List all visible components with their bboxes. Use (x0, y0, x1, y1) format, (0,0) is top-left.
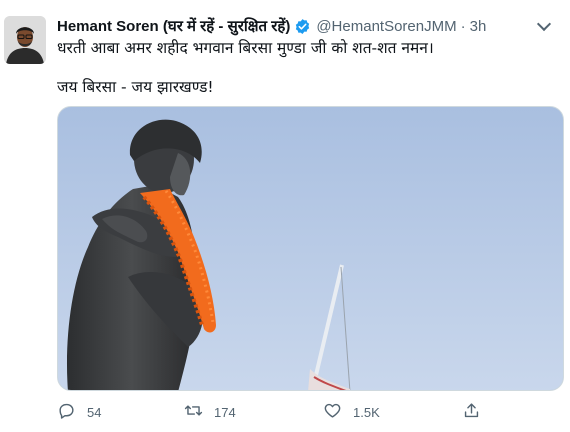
tweet-timestamp[interactable]: 3h (470, 18, 487, 35)
tweet-text-line-2: जय बिरसा - जय झारखण्ड! (57, 78, 214, 96)
avatar[interactable] (4, 16, 46, 64)
retweet-button[interactable]: 174 (184, 398, 236, 426)
retweet-count: 174 (214, 404, 236, 420)
reply-icon (57, 401, 76, 423)
like-count: 1.5K (353, 404, 380, 420)
share-icon (462, 401, 481, 423)
tweet-header: Hemant Soren (घर में रहें - सुरक्षित रहे… (57, 15, 562, 37)
reply-button[interactable]: 54 (57, 398, 101, 426)
reply-count: 54 (87, 404, 102, 420)
tweet-text-line-1: धरती आबा अमर शहीद भगवान बिरसा मुण्डा जी … (57, 39, 434, 57)
display-name[interactable]: Hemant Soren (घर में रहें - सुरक्षित रहे… (57, 16, 290, 36)
statue-photo (58, 107, 563, 390)
tweet-image[interactable] (57, 106, 564, 391)
separator-dot: · (460, 17, 466, 35)
share-button[interactable] (462, 398, 481, 426)
tweet-card[interactable]: Hemant Soren (घर में रहें - सुरक्षित रहे… (0, 0, 570, 432)
tweet-actions: 54 174 1.5K (57, 398, 527, 426)
heart-icon (323, 401, 342, 423)
user-handle[interactable]: @HemantSorenJMM (316, 18, 456, 35)
chevron-down-icon[interactable] (532, 15, 556, 37)
like-button[interactable]: 1.5K (323, 398, 380, 426)
avatar-photo (4, 16, 46, 64)
verified-badge-icon (294, 18, 311, 35)
retweet-icon (184, 401, 203, 423)
